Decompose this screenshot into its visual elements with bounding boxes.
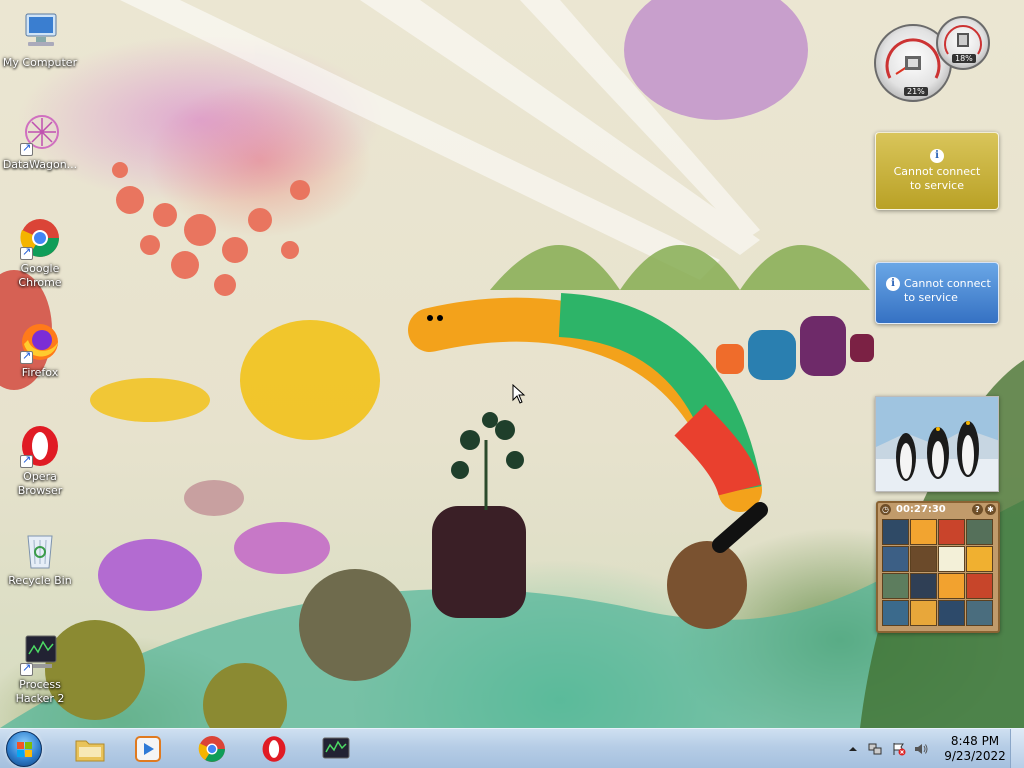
- shortcut-arrow-icon: [20, 141, 33, 156]
- media-player-icon: [135, 736, 161, 762]
- shortcut-arrow-icon: [20, 349, 33, 364]
- desktop-icon-datawagon[interactable]: DataWagon...: [1, 112, 79, 172]
- puzzle-tile[interactable]: [910, 519, 937, 545]
- puzzle-tile[interactable]: [966, 546, 993, 572]
- cpu-percent: 21%: [904, 87, 928, 96]
- desktop-icon-firefox[interactable]: Firefox: [1, 320, 79, 380]
- desktop-icon-recycle-bin[interactable]: Recycle Bin: [1, 528, 79, 588]
- desktop-icon-label: My Computer: [2, 56, 78, 69]
- start-button[interactable]: [4, 730, 44, 768]
- desktop-wallpaper: [0, 0, 1024, 728]
- system-clock[interactable]: 8:48 PM 9/23/2022: [930, 734, 1020, 764]
- taskbar-pin-chrome[interactable]: [184, 731, 240, 767]
- windows-logo-icon: [6, 731, 42, 767]
- puzzle-solve-icon[interactable]: ✱: [985, 504, 996, 515]
- folder-icon: [75, 740, 105, 762]
- puzzle-tile[interactable]: [938, 546, 965, 572]
- puzzle-tile[interactable]: [966, 600, 993, 626]
- shortcut-arrow-icon: [20, 453, 33, 468]
- memory-gauge: 18%: [936, 16, 990, 70]
- puzzle-tile[interactable]: [966, 573, 993, 599]
- puzzle-help-button[interactable]: ?: [972, 504, 983, 515]
- info-icon: i: [930, 149, 944, 163]
- puzzle-tile[interactable]: [910, 546, 937, 572]
- cpu-meter-gadget[interactable]: 21% 18%: [874, 16, 990, 104]
- datawagon-icon: [18, 112, 62, 156]
- recycle-bin-icon: [18, 528, 62, 572]
- desktop-icon-label: Google Chrome: [18, 262, 62, 289]
- weather-gadget-2[interactable]: i Cannot connect to service: [875, 262, 999, 324]
- puzzle-tile[interactable]: [882, 573, 909, 599]
- mouse-cursor-icon: [512, 383, 526, 407]
- clock-date: 9/23/2022: [944, 749, 1006, 763]
- memory-percent: 18%: [952, 54, 976, 63]
- taskbar-pin-process-hacker[interactable]: [308, 731, 364, 767]
- weather-gadget[interactable]: i Cannot connect to service: [875, 132, 999, 210]
- process-hacker-icon: [322, 737, 350, 759]
- chrome-icon: [18, 216, 62, 260]
- slideshow-gadget[interactable]: [875, 396, 999, 492]
- desktop-icon-opera[interactable]: Opera Browser: [1, 424, 79, 498]
- firefox-icon: [18, 320, 62, 364]
- process-hacker-icon: [18, 632, 62, 676]
- action-center-flag-icon[interactable]: [892, 742, 906, 756]
- puzzle-header: ◷ 00:27:30 ? ✱: [878, 503, 998, 517]
- clock-time: 8:48 PM: [950, 734, 1000, 748]
- show-desktop-button[interactable]: [1010, 729, 1024, 768]
- puzzle-tile[interactable]: [882, 519, 909, 545]
- taskbar-pin-opera[interactable]: [246, 731, 302, 767]
- opera-icon: [262, 736, 286, 762]
- network-icon[interactable]: [868, 742, 882, 756]
- desktop-icon-label: Recycle Bin: [8, 574, 72, 587]
- puzzle-tile[interactable]: [938, 519, 965, 545]
- puzzle-tile[interactable]: [938, 573, 965, 599]
- taskbar-pin-media-player[interactable]: [120, 731, 176, 767]
- puzzle-tile[interactable]: [938, 600, 965, 626]
- opera-icon: [18, 424, 62, 468]
- puzzle-tile[interactable]: [882, 600, 909, 626]
- picture-puzzle-gadget[interactable]: ◷ 00:27:30 ? ✱: [876, 501, 1000, 633]
- computer-icon: [18, 10, 62, 54]
- shortcut-arrow-icon: [20, 245, 33, 260]
- volume-icon[interactable]: [914, 742, 928, 756]
- puzzle-tile[interactable]: [910, 600, 937, 626]
- puzzle-grid: [882, 519, 994, 626]
- taskbar-pin-explorer[interactable]: [62, 731, 118, 767]
- puzzle-reset-icon[interactable]: ◷: [880, 504, 891, 515]
- puzzle-tile[interactable]: [882, 546, 909, 572]
- desktop-icon-label: DataWagon...: [2, 158, 78, 171]
- puzzle-timer: 00:27:30: [896, 504, 946, 515]
- desktop-icon-process-hacker[interactable]: Process Hacker 2: [1, 632, 79, 706]
- puzzle-tile[interactable]: [910, 573, 937, 599]
- info-icon: i: [886, 277, 900, 291]
- puzzle-tile[interactable]: [966, 519, 993, 545]
- penguins-photo: [876, 397, 998, 491]
- show-hidden-icons-button[interactable]: [846, 742, 860, 756]
- desktop-icon-my-computer[interactable]: My Computer: [1, 10, 79, 70]
- desktop-icon-google-chrome[interactable]: Google Chrome: [1, 216, 79, 290]
- shortcut-arrow-icon: [20, 661, 33, 676]
- chrome-icon: [198, 736, 225, 762]
- wallpaper-art: [0, 0, 1024, 728]
- weather-error-message: Cannot connect to service: [893, 165, 981, 192]
- taskbar: 8:48 PM 9/23/2022: [0, 728, 1024, 768]
- weather-error-message: Cannot connect to service: [904, 277, 991, 304]
- desktop-icon-label: Firefox: [21, 366, 59, 379]
- desktop-icon-label: Process Hacker 2: [15, 678, 65, 705]
- desktop-icon-label: Opera Browser: [17, 470, 63, 497]
